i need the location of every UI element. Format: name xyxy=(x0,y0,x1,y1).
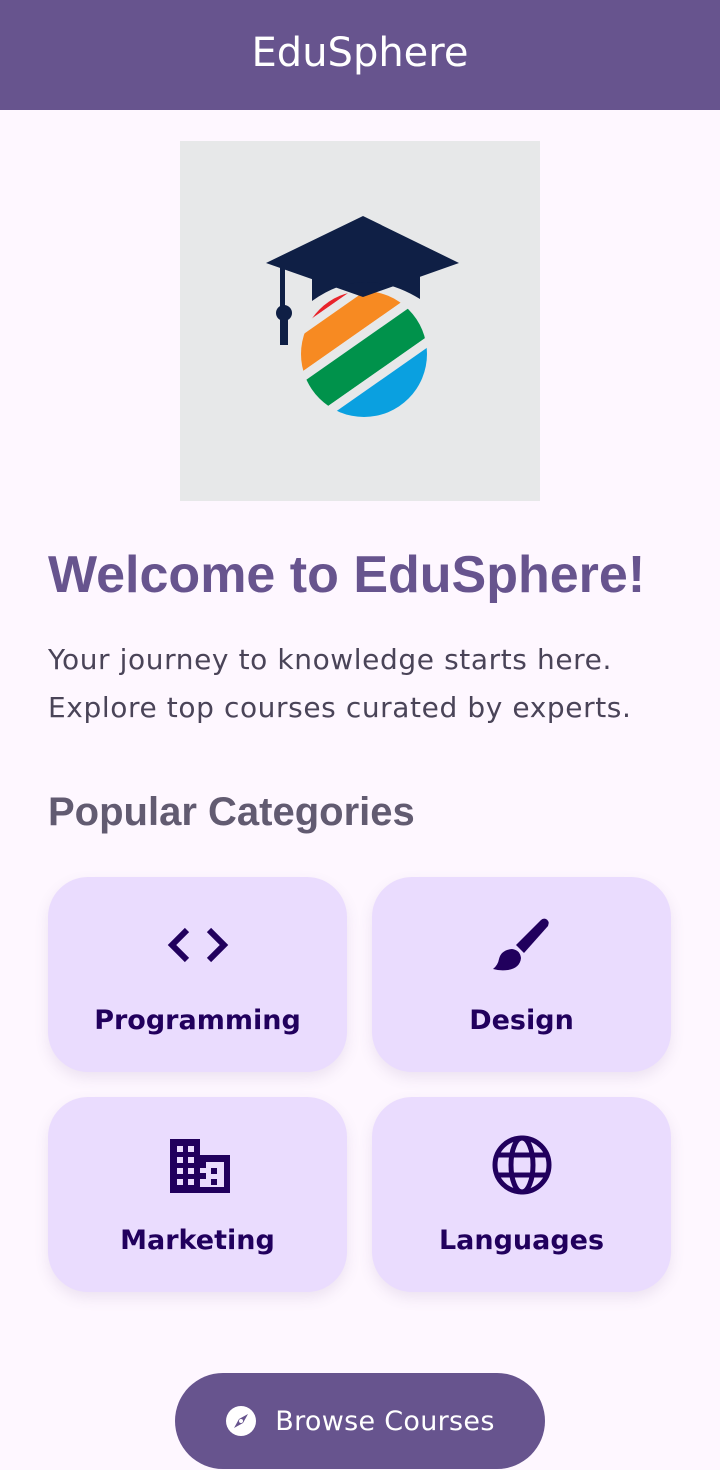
intro-line-1: Your journey to knowledge starts here. xyxy=(48,643,612,676)
intro-text: Your journey to knowledge starts here. E… xyxy=(48,636,688,732)
category-card-programming[interactable]: Programming xyxy=(48,877,347,1072)
app-bar: EduSphere xyxy=(0,0,720,110)
browse-courses-label: Browse Courses xyxy=(275,1405,495,1437)
category-label: Marketing xyxy=(120,1225,275,1256)
category-label: Languages xyxy=(438,1225,605,1256)
explore-compass-icon xyxy=(225,1405,257,1437)
section-title-categories: Popular Categories xyxy=(48,790,415,834)
welcome-heading: Welcome to EduSphere! xyxy=(48,546,646,604)
hero-logo-image xyxy=(180,141,540,501)
code-icon xyxy=(166,913,230,977)
graduation-cap-globe-logo xyxy=(266,216,459,417)
category-card-marketing[interactable]: Marketing xyxy=(48,1097,347,1292)
brush-icon xyxy=(490,913,554,977)
category-card-design[interactable]: Design xyxy=(372,877,671,1072)
intro-line-2: Explore top courses curated by experts. xyxy=(48,691,632,724)
business-icon xyxy=(166,1133,230,1197)
category-label: Design xyxy=(469,1005,574,1036)
globe-icon xyxy=(490,1133,554,1197)
category-card-languages[interactable]: Languages xyxy=(372,1097,671,1292)
browse-courses-button[interactable]: Browse Courses xyxy=(175,1373,545,1469)
category-label: Programming xyxy=(94,1005,301,1036)
app-title: EduSphere xyxy=(251,30,469,76)
